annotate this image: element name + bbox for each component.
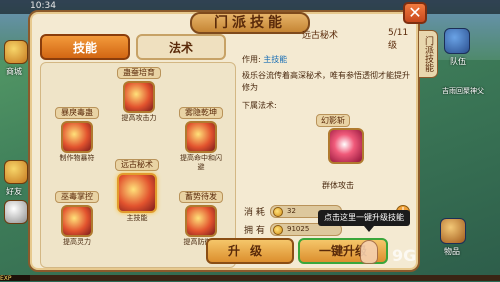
exp-label: EXP: [0, 275, 30, 282]
friends-icon[interactable]: [4, 160, 28, 184]
detail-title: 远古秘术: [302, 31, 339, 41]
coin-icon: [273, 207, 283, 217]
skill-node-name: 蓄势待发: [179, 191, 223, 203]
wu-du-icon: [61, 205, 93, 237]
wu-yin-icon: [185, 121, 217, 153]
skill-panel: 门派技能 技能 法术 蛊蚕培育 提高攻击力 暴戾毒蛊 制作物暴符 雾隐乾坤 提高…: [28, 10, 420, 272]
skill-node-wu-yin[interactable]: 雾隐乾坤 提高命中和闪避: [179, 107, 223, 172]
skill-node-effect: 主技能: [126, 214, 148, 222]
xu-shi-icon: [185, 205, 217, 237]
tab-skill[interactable]: 技能: [40, 34, 130, 60]
tab-magic[interactable]: 法术: [136, 34, 226, 60]
items-label: 物品: [444, 247, 460, 256]
lower-spells-label: 下属法术:: [242, 101, 277, 110]
consume-value: 32: [287, 207, 296, 215]
team-label: 队伍: [450, 57, 466, 66]
upgrade-button[interactable]: 升级: [206, 238, 294, 264]
skill-node-gu-can[interactable]: 蛊蚕培育 提高攻击力: [117, 67, 161, 123]
chat-icon[interactable]: [4, 200, 28, 224]
detail-effect-label: 作用:: [242, 55, 261, 64]
exp-bar: [0, 275, 500, 281]
team-icon[interactable]: [444, 28, 470, 54]
skill-node-name: 巫毒掌控: [55, 191, 99, 203]
panel-title: 门派技能: [190, 12, 310, 34]
detail-effect: 作用: 主技能: [242, 54, 287, 65]
spell-name: 幻影斩: [316, 114, 350, 127]
skill-tree: 蛊蚕培育 提高攻击力 暴戾毒蛊 制作物暴符 雾隐乾坤 提高命中和闪避 远古秘术 …: [40, 62, 236, 268]
skill-node-yuan-gu[interactable]: 远古秘术 主技能: [115, 159, 159, 223]
detail-description: 极乐谷流传着高深秘术，唯有参悟透彻才能提升修为: [242, 71, 410, 92]
spell-effect: 群体攻击: [322, 181, 354, 190]
own-label: 拥 有: [244, 226, 265, 236]
shop-icon[interactable]: [4, 40, 28, 64]
hand-pointer-icon: [360, 240, 378, 264]
consume-label: 消 耗: [244, 208, 265, 218]
skill-node-name: 蛊蚕培育: [117, 67, 161, 79]
watermark: 9G: [392, 246, 417, 265]
skill-node-name: 远古秘术: [115, 159, 159, 171]
spell-icon[interactable]: [328, 128, 364, 164]
tooltip: 点击这里一键升级技能: [318, 210, 410, 226]
shop-label: 商城: [6, 67, 22, 76]
skill-node-wu-du[interactable]: 巫毒掌控 提高灵力: [55, 191, 99, 247]
tooltip-arrow: [364, 226, 374, 232]
yuan-gu-icon: [117, 173, 157, 213]
skill-node-name: 暴戾毒蛊: [55, 107, 99, 119]
skill-node-name: 雾隐乾坤: [179, 107, 223, 119]
skill-node-effect: 提高命中和闪避: [180, 154, 222, 171]
gu-can-icon: [123, 81, 155, 113]
skill-node-bao-li[interactable]: 暴戾毒蛊 制作物暴符: [55, 107, 99, 163]
bao-li-icon: [61, 121, 93, 153]
skill-node-effect: 提高攻击力: [121, 114, 157, 122]
map-hint: 吉雨回聚神父: [442, 87, 484, 95]
coin-icon: [273, 225, 283, 235]
skill-node-effect: 提高灵力: [63, 238, 91, 246]
skill-node-effect: 制作物暴符: [59, 154, 95, 162]
items-icon[interactable]: [440, 218, 466, 244]
detail-level: 5/11级: [388, 28, 409, 51]
friends-label: 好友: [6, 187, 22, 196]
own-value: 91025: [287, 225, 310, 233]
tab-sect-skill[interactable]: 门派技能: [418, 30, 438, 78]
detail-effect-value: 主技能: [263, 55, 288, 64]
close-button[interactable]: ✕: [403, 2, 427, 24]
